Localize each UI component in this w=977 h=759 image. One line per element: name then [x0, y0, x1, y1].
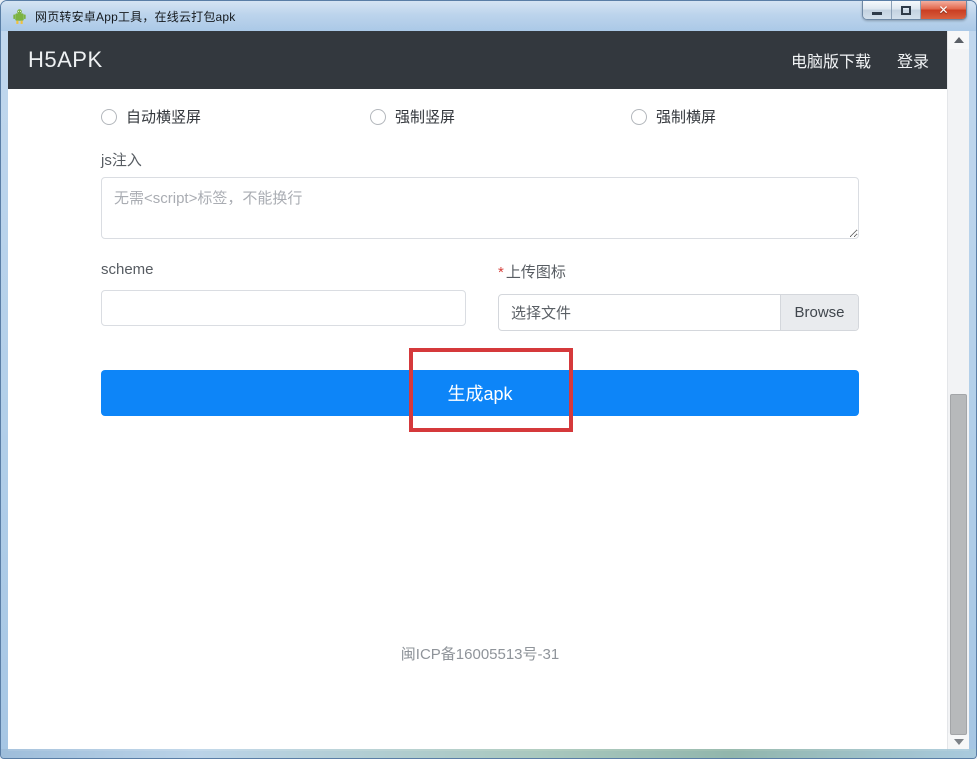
- js-inject-textarea[interactable]: [101, 177, 859, 239]
- vertical-scrollbar[interactable]: [947, 31, 969, 751]
- window-title: 网页转安卓App工具，在线云打包apk: [35, 8, 236, 25]
- maximize-icon: [901, 6, 911, 15]
- site-header: H5APK 电脑版下载 登录: [8, 31, 947, 89]
- scrollbar-thumb[interactable]: [950, 394, 967, 735]
- page: H5APK 电脑版下载 登录 自动横竖屏 强制竖屏: [8, 31, 947, 751]
- radio-force-portrait[interactable]: 强制竖屏: [370, 106, 631, 127]
- icon-file-input[interactable]: 选择文件 Browse: [498, 294, 859, 331]
- upload-field-group: *上传图标 选择文件 Browse: [498, 261, 859, 331]
- titlebar[interactable]: 网页转安卓App工具，在线云打包apk ✕: [1, 1, 976, 31]
- required-asterisk: *: [498, 264, 504, 281]
- app-window: 网页转安卓App工具，在线云打包apk ✕ H5APK 电脑版下载 登录 自动横…: [0, 0, 977, 759]
- window-controls: ✕: [862, 1, 967, 20]
- scrollbar-track[interactable]: [948, 49, 969, 733]
- nav-link-pc-download[interactable]: 电脑版下载: [791, 48, 871, 72]
- radio-icon[interactable]: [101, 109, 117, 125]
- radio-force-landscape[interactable]: 强制横屏: [631, 106, 716, 127]
- scheme-upload-row: scheme *上传图标 选择文件 Browse: [101, 261, 859, 331]
- file-input-placeholder: 选择文件: [499, 295, 780, 330]
- nav-link-login[interactable]: 登录: [897, 48, 929, 72]
- minimize-icon: [872, 12, 882, 15]
- scheme-input[interactable]: [101, 290, 466, 326]
- radio-auto-orientation[interactable]: 自动横竖屏: [101, 106, 370, 127]
- browse-button[interactable]: Browse: [780, 295, 858, 330]
- generate-apk-button[interactable]: 生成apk: [101, 370, 859, 416]
- arrow-up-icon: [954, 37, 964, 43]
- icp-footer-text: 闽ICP备16005513号-31: [101, 643, 859, 664]
- radio-icon[interactable]: [370, 109, 386, 125]
- minimize-button[interactable]: [863, 1, 892, 19]
- scheme-field-group: scheme: [101, 261, 466, 331]
- upload-label: *上传图标: [498, 261, 859, 282]
- apk-form: 自动横竖屏 强制竖屏 强制横屏 js注入 scheme: [101, 106, 859, 664]
- arrow-down-icon: [954, 739, 964, 745]
- brand-logo: H5APK: [28, 47, 103, 73]
- radio-icon[interactable]: [631, 109, 647, 125]
- js-inject-label: js注入: [101, 149, 859, 170]
- app-icon: [11, 8, 28, 25]
- window-bottom-border: [1, 749, 976, 758]
- close-icon: ✕: [938, 4, 948, 16]
- orientation-radio-group: 自动横竖屏 强制竖屏 强制横屏: [101, 106, 859, 127]
- close-button[interactable]: ✕: [921, 1, 966, 19]
- window-body: H5APK 电脑版下载 登录 自动横竖屏 强制竖屏: [8, 31, 969, 751]
- maximize-button[interactable]: [892, 1, 921, 19]
- site-nav: 电脑版下载 登录: [791, 48, 929, 72]
- scroll-up-button[interactable]: [948, 31, 969, 49]
- scheme-label: scheme: [101, 261, 466, 278]
